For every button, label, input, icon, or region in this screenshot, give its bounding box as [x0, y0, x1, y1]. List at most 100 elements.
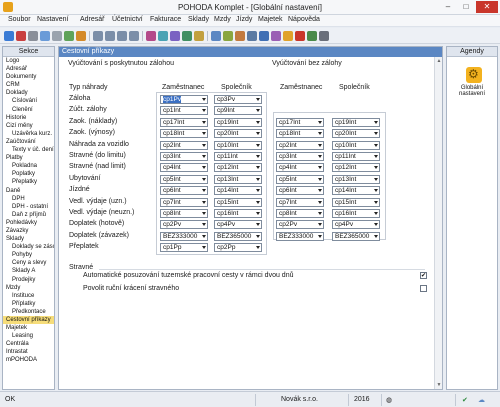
sidebar-item[interactable]: Příplatky	[3, 300, 54, 308]
sidebar-item[interactable]: Prodejky	[3, 276, 54, 284]
account-combo-zaloha-spolecnik[interactable]: cp3Pv	[214, 95, 262, 104]
sidebar-item[interactable]: Daně	[3, 187, 54, 195]
back-icon[interactable]	[16, 31, 26, 41]
dropdown-arrow-icon[interactable]	[318, 120, 322, 124]
account-combo-zaloha-zamestnanec[interactable]: cp5Int	[160, 174, 208, 184]
dropdown-arrow-icon[interactable]	[256, 120, 260, 124]
link-icon[interactable]	[259, 31, 269, 41]
dropdown-arrow-icon[interactable]	[256, 98, 260, 101]
dropdown-arrow-icon[interactable]	[374, 155, 378, 158]
account-combo-zaloha-spolecnik[interactable]: cp12Int	[214, 163, 262, 173]
sidebar-item[interactable]: Platby	[3, 154, 54, 162]
dropdown-arrow-icon[interactable]	[202, 98, 206, 101]
dropdown-arrow-icon[interactable]	[256, 246, 260, 250]
account-combo-bez-spolecnik[interactable]: cp12Int	[332, 163, 380, 173]
dropdown-arrow-icon[interactable]	[374, 212, 378, 215]
global-settings-link[interactable]: Globální nastavení	[447, 85, 497, 97]
dropdown-arrow-icon[interactable]	[256, 177, 260, 181]
account-combo-zaloha-spolecnik[interactable]: cp9Int	[214, 106, 262, 116]
menu-ucetnictvi[interactable]: Účetnictví	[112, 16, 143, 23]
sidebar-item[interactable]: Leasing	[3, 332, 54, 340]
account-combo-zaloha-spolecnik[interactable]: BEZ365000	[214, 231, 262, 241]
account-combo-zaloha-spolecnik[interactable]: cp4Pv	[214, 220, 262, 230]
delete-icon[interactable]	[146, 31, 156, 41]
sidebar-item[interactable]: DPH - ostatní	[3, 203, 54, 211]
dropdown-arrow-icon[interactable]	[374, 132, 378, 136]
account-combo-zaloha-zamestnanec[interactable]: cp17Int	[160, 117, 208, 127]
dropdown-arrow-icon[interactable]	[202, 212, 206, 215]
sidebar-item[interactable]: CRM	[3, 81, 54, 89]
account-combo-bez-spolecnik[interactable]: cp20Int	[332, 129, 380, 139]
account-combo-zaloha-spolecnik[interactable]: cp10Int	[214, 140, 262, 150]
menu-fakturace[interactable]: Fakturace	[150, 16, 181, 23]
sidebar-item[interactable]: Cizí měny	[3, 122, 54, 130]
help-icon[interactable]	[319, 31, 329, 41]
menu-jizdy[interactable]: Jízdy	[236, 16, 252, 23]
menu-majetek[interactable]: Majetek	[258, 16, 283, 23]
sidebar-item[interactable]: Uzávěrka kurz. rozdílů	[3, 130, 54, 138]
dropdown-arrow-icon[interactable]	[318, 189, 322, 193]
dropdown-arrow-icon[interactable]	[202, 177, 206, 181]
sidebar-item[interactable]: Doklady	[3, 89, 54, 97]
dropdown-arrow-icon[interactable]	[318, 234, 322, 238]
sidebar-item[interactable]: Ceny a slevy	[3, 259, 54, 267]
auto-assessment-checkbox[interactable]: ✔	[420, 272, 427, 279]
sidebar-item[interactable]: Daň z příjmů	[3, 211, 54, 219]
account-combo-bez-zamestnanec[interactable]: cp17Int	[276, 117, 324, 127]
dropdown-arrow-icon[interactable]	[202, 234, 206, 238]
manual-reduction-checkbox[interactable]	[420, 285, 427, 292]
account-combo-zaloha-zamestnanec[interactable]: cp2Int	[160, 140, 208, 150]
account-combo-bez-zamestnanec[interactable]: cp6Int	[276, 186, 324, 196]
account-combo-bez-zamestnanec[interactable]: cp3Int	[276, 152, 324, 161]
account-combo-bez-spolecnik[interactable]: cp19Int	[332, 117, 380, 127]
dropdown-arrow-icon[interactable]	[256, 132, 260, 136]
tag-icon[interactable]	[271, 31, 281, 41]
dropdown-arrow-icon[interactable]	[256, 212, 260, 215]
note-icon[interactable]	[283, 31, 293, 41]
flag-icon[interactable]	[295, 31, 305, 41]
dropdown-arrow-icon[interactable]	[256, 234, 260, 238]
calendar-icon[interactable]	[194, 31, 204, 41]
vertical-scrollbar[interactable]: ▲ ▼	[434, 57, 442, 389]
dropdown-arrow-icon[interactable]	[202, 132, 206, 136]
account-combo-zaloha-zamestnanec[interactable]: cp1Int	[160, 106, 208, 116]
dropdown-arrow-icon[interactable]	[318, 200, 322, 204]
account-combo-zaloha-spolecnik[interactable]: cp2Pp	[214, 243, 262, 253]
account-combo-bez-spolecnik[interactable]: cp16Int	[332, 209, 380, 218]
dropdown-arrow-icon[interactable]	[202, 246, 206, 250]
dropdown-arrow-icon[interactable]	[202, 223, 206, 227]
dropdown-arrow-icon[interactable]	[256, 109, 260, 113]
account-combo-zaloha-spolecnik[interactable]: cp14Int	[214, 186, 262, 196]
account-combo-bez-spolecnik[interactable]: cp11Int	[332, 152, 380, 161]
new-record-icon[interactable]	[64, 31, 74, 41]
account-combo-bez-zamestnanec[interactable]: cp8Int	[276, 209, 324, 218]
sidebar-item[interactable]: Instituce	[3, 292, 54, 300]
dropdown-arrow-icon[interactable]	[318, 166, 322, 170]
settings-icon[interactable]	[211, 31, 221, 41]
home-icon[interactable]	[4, 31, 14, 41]
dropdown-arrow-icon[interactable]	[256, 143, 260, 147]
copy-icon[interactable]	[158, 31, 168, 41]
account-combo-bez-zamestnanec[interactable]: cp5Int	[276, 174, 324, 184]
sidebar-item[interactable]: Adresář	[3, 65, 54, 73]
sidebar-item[interactable]: mPOHODA	[3, 356, 54, 364]
account-combo-zaloha-zamestnanec[interactable]: cp18Int	[160, 129, 208, 139]
account-combo-bez-zamestnanec[interactable]: cp18Int	[276, 129, 324, 139]
dropdown-arrow-icon[interactable]	[374, 177, 378, 181]
dropdown-arrow-icon[interactable]	[202, 166, 206, 170]
next-record-icon[interactable]	[117, 31, 127, 41]
dropdown-arrow-icon[interactable]	[374, 189, 378, 193]
account-combo-zaloha-zamestnanec[interactable]: cp6Int	[160, 186, 208, 196]
sidebar-item[interactable]: Poplatky	[3, 170, 54, 178]
account-combo-zaloha-zamestnanec[interactable]: cp7Int	[160, 197, 208, 207]
sync-icon[interactable]	[307, 31, 317, 41]
report-icon[interactable]	[223, 31, 233, 41]
account-combo-zaloha-zamestnanec[interactable]: cp1Pp	[160, 243, 208, 253]
sidebar-item[interactable]: Předkontace	[3, 308, 54, 316]
account-combo-bez-zamestnanec[interactable]: BEZ333000	[276, 231, 324, 241]
account-combo-bez-spolecnik[interactable]: cp4Pv	[332, 220, 380, 230]
previous-record-icon[interactable]	[105, 31, 115, 41]
account-combo-zaloha-zamestnanec[interactable]: cp4Int	[160, 163, 208, 173]
menu-mzdy[interactable]: Mzdy	[214, 16, 231, 23]
search-icon[interactable]	[40, 31, 50, 41]
